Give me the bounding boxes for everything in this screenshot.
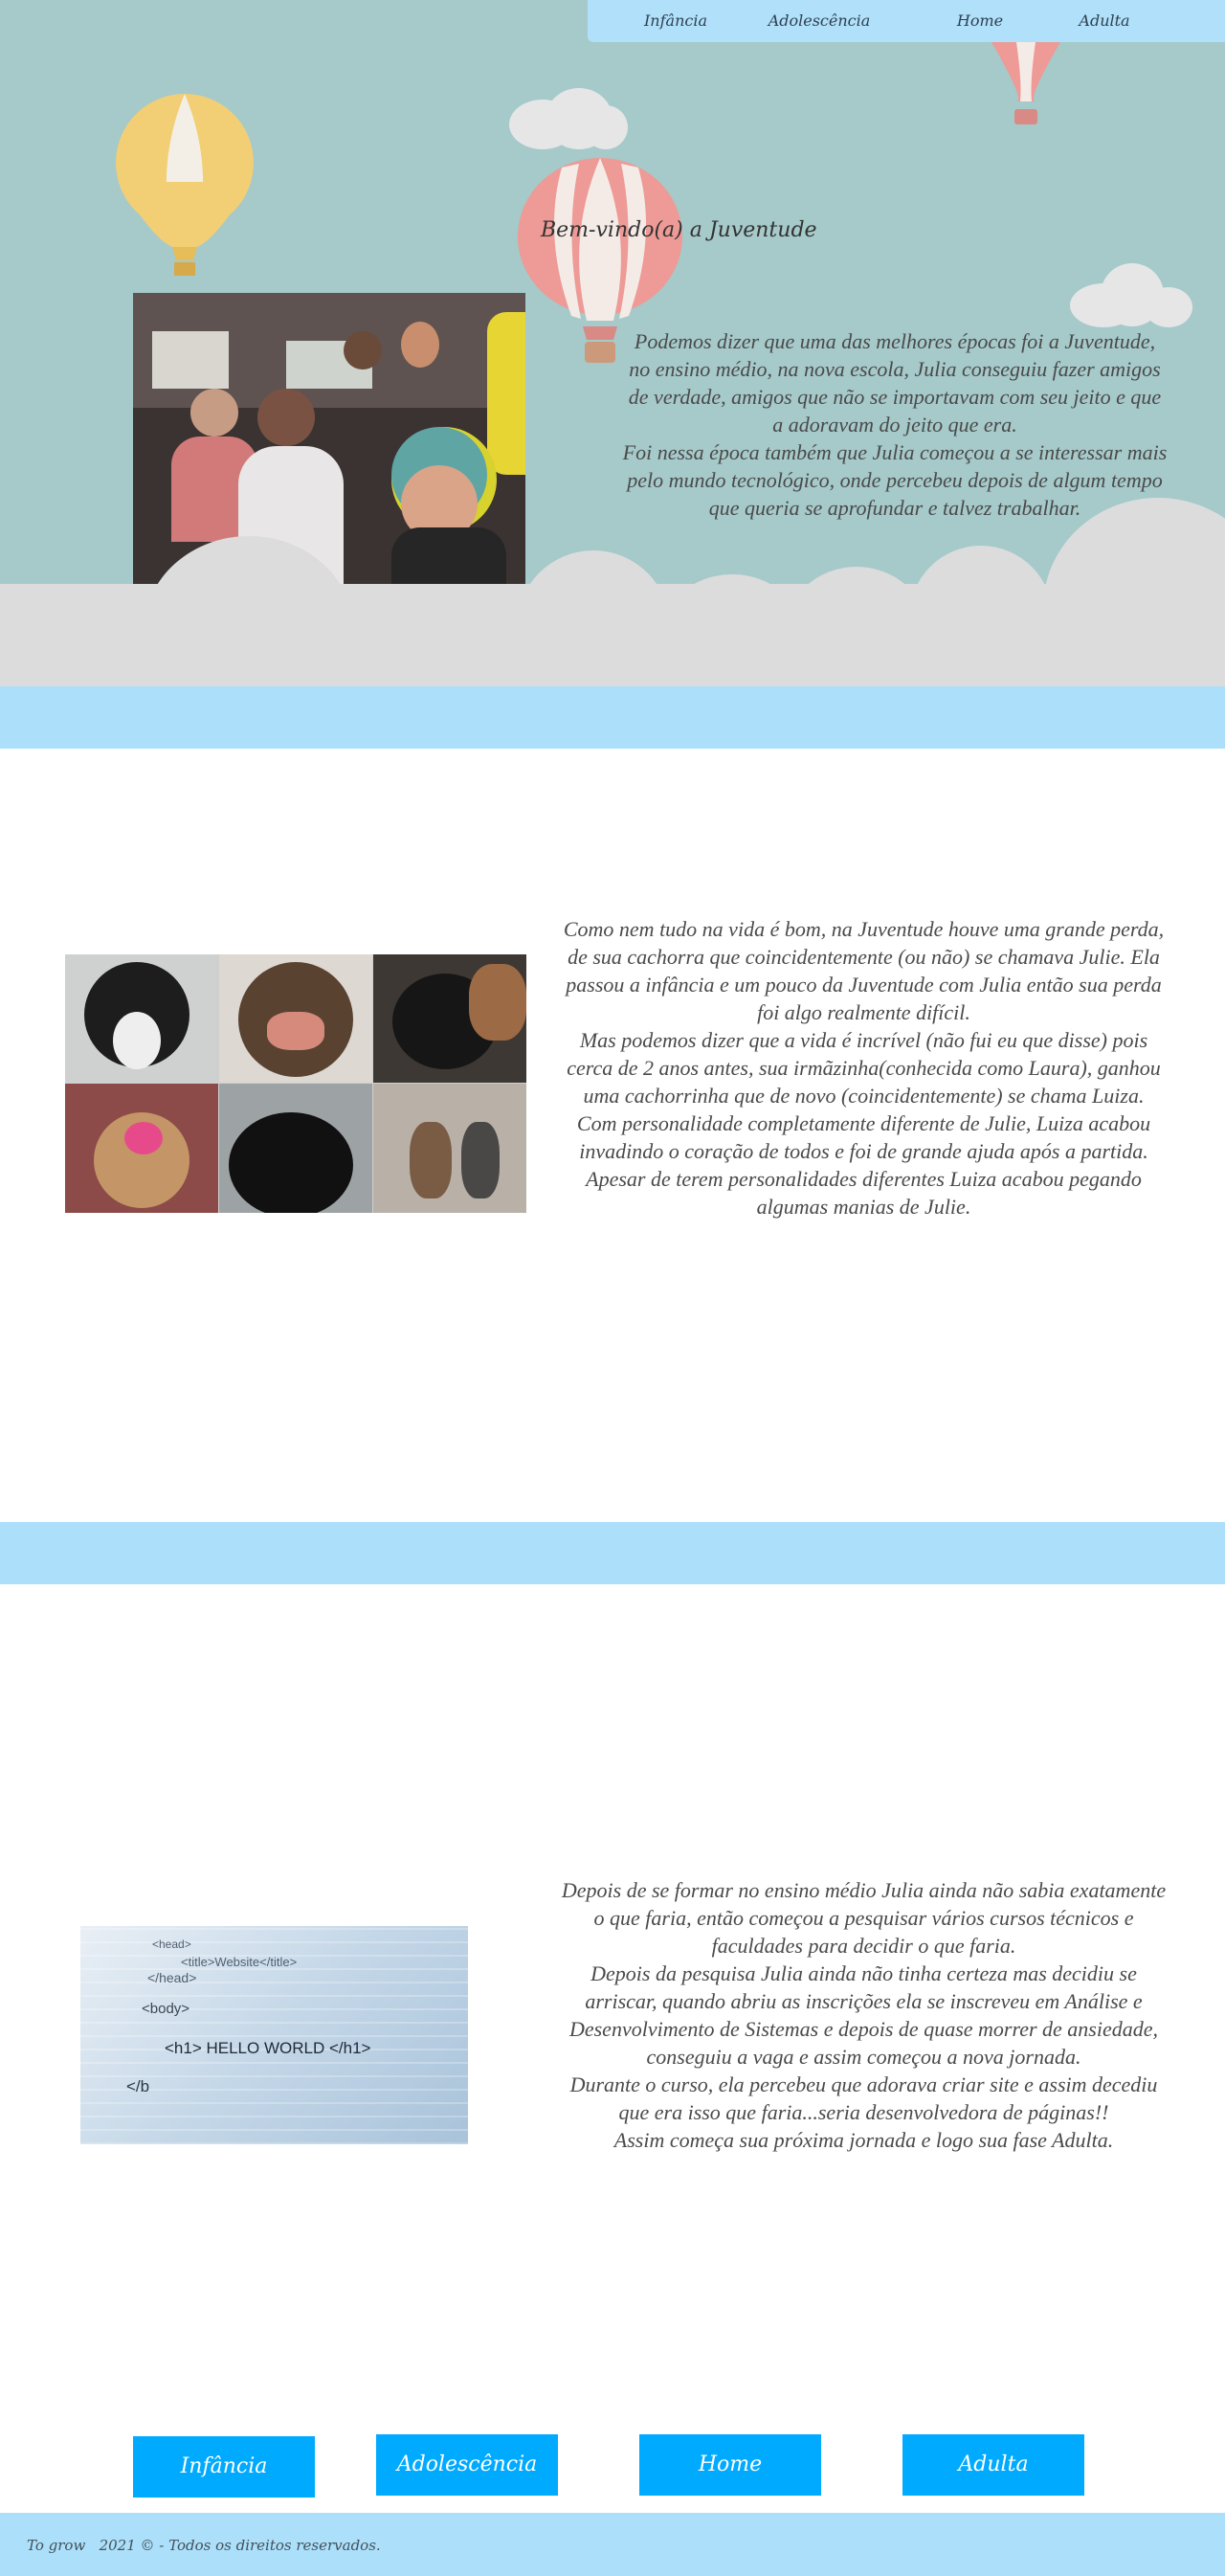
cloud-band	[0, 584, 1225, 686]
page-title: Bem-vindo(a) a Juventude	[541, 218, 817, 242]
nav-link-home[interactable]: Home	[918, 11, 1042, 30]
nav-link-infancia[interactable]: Infância	[613, 11, 738, 30]
home-button[interactable]: Home	[639, 2434, 821, 2496]
section2-paragraph: Como nem tudo na vida é bom, na Juventud…	[563, 917, 1165, 1024]
dog-photo	[65, 954, 218, 1083]
adolescencia-button[interactable]: Adolescência	[376, 2434, 558, 2496]
nav-link-adulta[interactable]: Adulta	[1042, 11, 1167, 30]
infancia-button[interactable]: Infância	[133, 2436, 315, 2498]
hero-section: Bem-vindo(a) a Juventude Podemos dizer q…	[0, 0, 1225, 686]
dogs-collage	[65, 954, 526, 1213]
section2-story: Como nem tudo na vida é bom, na Juventud…	[560, 915, 1168, 1221]
dog-photo	[65, 1084, 218, 1213]
code-line: </head>	[147, 1970, 197, 1985]
dog-photo	[219, 954, 372, 1083]
hero-paragraph: Podemos dizer que uma das melhores época…	[628, 329, 1162, 437]
code-photo: <head> <title>Website</title> </head> <b…	[80, 1926, 468, 2144]
top-nav: Infância Adolescência Home Adulta	[588, 0, 1225, 42]
adulta-button[interactable]: Adulta	[902, 2434, 1084, 2496]
section2-paragraph: Mas podemos dizer que a vida é incrível …	[567, 1028, 1161, 1108]
dog-photo	[219, 1084, 372, 1213]
footer-copyright: To grow 2021 © - Todos os direitos reser…	[27, 2537, 381, 2554]
section3-paragraph: Durante o curso, ela percebeu que adorav…	[569, 2072, 1158, 2124]
friends-photo	[133, 293, 525, 585]
section2-paragraph: Com personalidade completamente diferent…	[576, 1111, 1151, 1219]
section3-paragraph: Assim começa sua próxima jornada e logo …	[613, 2128, 1114, 2152]
footer: To grow 2021 © - Todos os direitos reser…	[0, 2513, 1225, 2576]
sky-cloud-left-c	[584, 105, 628, 149]
section3-paragraph: Depois da pesquisa Julia ainda não tinha…	[568, 1961, 1159, 2069]
nav-link-adolescencia[interactable]: Adolescência	[757, 11, 881, 30]
code-line: <body>	[142, 2001, 190, 2017]
hero-story: Podemos dizer que uma das melhores época…	[622, 327, 1168, 522]
code-line: <title>Website</title>	[181, 1955, 298, 1969]
section3-paragraph: Depois de se formar no ensino médio Juli…	[561, 1878, 1167, 1958]
divider-band	[0, 1522, 1225, 1584]
code-line: </b	[126, 2077, 150, 2095]
yellow-balloon-icon	[116, 94, 254, 276]
section3-story: Depois de se formar no ensino médio Juli…	[560, 1876, 1168, 2154]
hero-paragraph: Foi nessa época também que Julia começou…	[622, 440, 1168, 520]
small-balloon-icon	[991, 42, 1060, 124]
dog-photo	[373, 1084, 526, 1213]
divider-band	[0, 686, 1225, 749]
code-line: <h1> HELLO WORLD </h1>	[165, 2039, 371, 2057]
code-line: <head>	[152, 1938, 191, 1951]
sky-cloud-right-c	[1145, 287, 1192, 327]
dog-photo	[373, 954, 526, 1083]
